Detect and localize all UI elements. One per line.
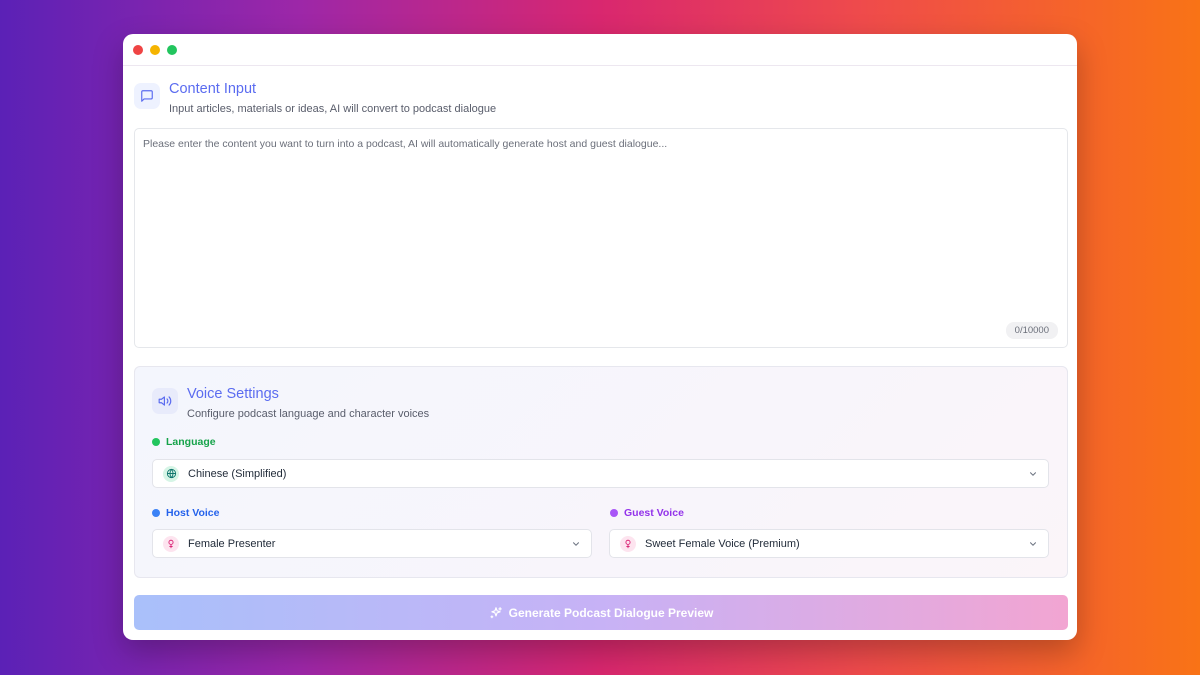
globe-icon [163,465,179,482]
language-label: Language [152,436,216,448]
chevron-down-icon [1029,472,1037,476]
generate-preview-label: Generate Podcast Dialogue Preview [508,605,714,620]
female-icon [163,535,179,552]
maximize-window-button[interactable] [167,44,177,55]
sparkles-icon [490,606,502,618]
guest-voice-label: Guest Voice [610,507,684,519]
guest-voice-select[interactable]: Sweet Female Voice (Premium) [609,529,1049,558]
title-bar [123,34,1077,66]
language-selected-value: Chinese (Simplified) [188,467,287,480]
language-dot-icon [152,438,160,446]
guest-voice-label-text: Guest Voice [624,507,684,519]
female-icon [620,535,636,552]
voice-settings-header: Voice Settings Configure podcast languag… [152,386,430,420]
language-select[interactable]: Chinese (Simplified) [152,459,1049,488]
guest-voice-selected-value: Sweet Female Voice (Premium) [645,537,800,550]
chevron-down-icon [1029,542,1037,546]
voice-settings-title: Voice Settings [187,386,279,402]
host-voice-selected-value: Female Presenter [188,537,276,550]
host-voice-dot-icon [152,509,160,517]
content-input-title: Content Input [169,81,257,97]
voice-settings-subtitle: Configure podcast language and character… [187,408,430,420]
host-voice-label: Host Voice [152,507,219,519]
minimize-window-button[interactable] [150,44,160,55]
content-input-subtitle: Input articles, materials or ideas, AI w… [169,103,497,115]
guest-voice-dot-icon [610,509,618,517]
message-square-icon [134,83,160,109]
host-voice-label-text: Host Voice [166,507,220,519]
character-counter: 0/10000 [1005,322,1058,339]
host-voice-select[interactable]: Female Presenter [152,529,592,558]
content-textarea[interactable] [135,129,1067,347]
speaker-icon [152,388,178,414]
app-window: Content Input Input articles, materials … [123,34,1077,640]
chevron-down-icon [572,542,580,546]
content-input-header: Content Input Input articles, materials … [134,81,497,115]
language-label-text: Language [166,436,216,448]
content-textarea-container: 0/10000 [134,128,1068,348]
voice-settings-panel: Voice Settings Configure podcast languag… [134,366,1068,578]
close-window-button[interactable] [133,44,143,55]
generate-preview-button[interactable]: Generate Podcast Dialogue Preview [134,595,1068,630]
